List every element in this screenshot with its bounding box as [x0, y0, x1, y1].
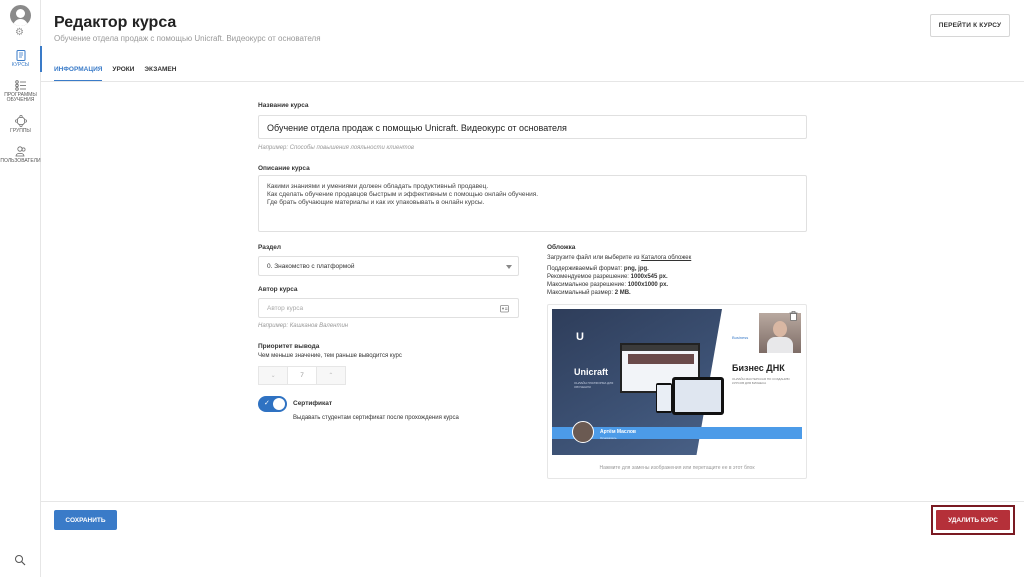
- app-root: ⚙ КУРСЫ ПРОГРАММЫ ОБУЧЕНИЯ ГРУППЫ ПОЛЬЗО…: [0, 0, 1024, 577]
- cover-max-resolution: Максимальное разрешение: 1000x1000 px.: [547, 282, 668, 288]
- cover-biz-title: Бизнес ДНК: [732, 363, 785, 373]
- cover-max-res-value: 1000x1000 px.: [627, 282, 669, 288]
- sidebar-item-label: ПОЛЬЗОВАТЕЛИ: [0, 158, 41, 164]
- avatar[interactable]: [10, 5, 31, 26]
- cover-monitor-bar: [622, 345, 698, 351]
- save-button[interactable]: СОХРАНИТЬ: [54, 510, 117, 530]
- cover-formats-value: png, jpg.: [623, 266, 649, 272]
- programs-icon: [14, 80, 26, 91]
- priority-increment-button[interactable]: ⌃: [316, 367, 345, 384]
- desc-line: Какими знаниями и умениями должен облада…: [267, 183, 489, 190]
- contact-card-icon[interactable]: [500, 304, 509, 313]
- sidebar: ⚙ КУРСЫ ПРОГРАММЫ ОБУЧЕНИЯ ГРУППЫ ПОЛЬЗО…: [0, 0, 42, 577]
- certificate-label: Сертификат: [293, 400, 333, 407]
- cover-brand: Unicraft: [574, 367, 609, 377]
- priority-hint: Чем меньше значение, тем раньше выводитс…: [258, 353, 402, 359]
- desc-line: Как сделать обучение продавцов быстрым и…: [267, 191, 539, 198]
- chevron-down-icon: [506, 265, 512, 269]
- toggle-knob: [273, 398, 285, 410]
- cover-webcam-face: [773, 321, 787, 337]
- check-icon: ✓: [264, 400, 270, 407]
- trash-icon[interactable]: [789, 311, 798, 321]
- sidebar-item-label: КУРСЫ: [11, 62, 30, 68]
- users-icon: [15, 146, 25, 157]
- author-hint: Например: Кашканов Валентин: [258, 323, 349, 329]
- section-select-value: 0. Знакомство с платформой: [267, 263, 355, 270]
- cover-formats-label: Поддерживаемый формат:: [547, 266, 623, 272]
- cover-max-size-label: Максимальный размер:: [547, 290, 614, 296]
- footer-divider: [41, 501, 1024, 502]
- cover-tablet-screen: [675, 380, 721, 412]
- priority-label: Приоритет вывода: [258, 343, 320, 350]
- course-name-input[interactable]: Обучение отдела продаж с помощью Unicraf…: [258, 115, 807, 139]
- course-desc-textarea[interactable]: Какими знаниями и умениями должен облада…: [258, 175, 807, 232]
- cover-logo: U: [576, 331, 584, 343]
- gear-icon[interactable]: ⚙: [15, 28, 24, 38]
- priority-value[interactable]: 7: [287, 367, 317, 384]
- cover-phone-screen: [657, 385, 671, 411]
- certificate-toggle[interactable]: ✓: [258, 396, 287, 412]
- sidebar-item-label: ГРУППЫ: [10, 128, 31, 134]
- cover-max-res-label: Максимальное разрешение:: [547, 282, 627, 288]
- tab-lessons[interactable]: УРОКИ: [112, 62, 134, 82]
- sidebar-item-programs[interactable]: ПРОГРАММЫ ОБУЧЕНИЯ: [0, 80, 41, 103]
- sidebar-item-label: ПРОГРАММЫ ОБУЧЕНИЯ: [4, 92, 37, 103]
- cover-rec-value: 1000x545 px.: [630, 274, 668, 280]
- author-placeholder: Автор курса: [267, 305, 304, 312]
- cover-caption: Нажмите для замены изображения или перет…: [599, 465, 755, 471]
- cover-max-size-value: 2 MB.: [614, 290, 631, 296]
- cover-rec-label: Рекомендуемое разрешение:: [547, 274, 629, 280]
- cover-tablet: [672, 377, 724, 415]
- delete-course-button[interactable]: УДАЛИТЬ КУРС: [936, 510, 1010, 530]
- certificate-desc: Выдавать студентам сертификат после прох…: [293, 415, 459, 421]
- sidebar-item-users[interactable]: ПОЛЬЗОВАТЕЛИ: [0, 146, 41, 164]
- cover-upload-prompt: Загрузите файл или выберите из: [547, 255, 640, 261]
- cover-label: Обложка: [547, 244, 576, 251]
- author-input[interactable]: Автор курса: [258, 298, 519, 318]
- priority-stepper: ⌄ 7 ⌃: [258, 366, 346, 385]
- cover-upload-text: Загрузите файл или выберите из Каталога …: [547, 255, 691, 261]
- avatar-head: [16, 9, 25, 18]
- cover-dropzone[interactable]: U Unicraft ОНЛАЙН ПЛАТФОРМА ДЛЯ ОБУЧЕНИЯ…: [547, 304, 807, 479]
- tab-exam[interactable]: ЭКЗАМЕН: [144, 62, 176, 82]
- page-title: Редактор курса: [54, 14, 177, 31]
- cover-phone: [656, 383, 672, 413]
- cover-formats: Поддерживаемый формат: png, jpg.: [547, 266, 649, 272]
- cover-person-role: Основатель: [600, 436, 617, 440]
- groups-icon: [14, 115, 27, 127]
- search-icon[interactable]: [14, 554, 26, 566]
- course-name-hint: Например: Способы повышения лояльности к…: [258, 145, 415, 151]
- cover-recommended: Рекомендуемое разрешение: 1000x545 px.: [547, 274, 668, 280]
- priority-decrement-button[interactable]: ⌄: [259, 367, 288, 384]
- cover-max-size: Максимальный размер: 2 MB.: [547, 290, 631, 296]
- cover-webcam-shirt: [767, 337, 793, 353]
- cover-image[interactable]: U Unicraft ОНЛАЙН ПЛАТФОРМА ДЛЯ ОБУЧЕНИЯ…: [552, 309, 802, 455]
- goto-course-button[interactable]: ПЕРЕЙТИ К КУРСУ: [930, 14, 1010, 37]
- tab-info[interactable]: ИНФОРМАЦИЯ: [54, 62, 103, 82]
- tabs: ИНФОРМАЦИЯ УРОКИ ЭКЗАМЕН: [54, 62, 176, 82]
- tabs-divider: [41, 81, 1024, 82]
- cover-person-name: Артём Маслов: [600, 429, 636, 435]
- author-label: Автор курса: [258, 286, 298, 293]
- avatar-body: [13, 19, 28, 26]
- cover-person-photo: [572, 421, 594, 443]
- cover-catalog-link[interactable]: Каталога обложек: [641, 255, 691, 261]
- section-select[interactable]: 0. Знакомство с платформой: [258, 256, 519, 276]
- cover-monitor-hero: [628, 354, 694, 364]
- cover-mini-logo: Business: [732, 335, 749, 340]
- sidebar-item-groups[interactable]: ГРУППЫ: [0, 115, 41, 134]
- page-subtitle: Обучение отдела продаж с помощью Unicraf…: [54, 34, 321, 43]
- section-label: Раздел: [258, 244, 282, 251]
- cover-brand-sub: ОНЛАЙН ПЛАТФОРМА ДЛЯ ОБУЧЕНИЯ: [574, 381, 614, 389]
- cover-biz-sub: ОНЛАЙН МАСТЕРСКАЯ ПО СОЗДАНИЮ КУРСОВ ДЛЯ…: [732, 377, 790, 385]
- courses-icon: [16, 50, 25, 61]
- desc-line: Где брать обучающие материалы и как их у…: [267, 199, 485, 206]
- delete-course-highlight: УДАЛИТЬ КУРС: [931, 505, 1015, 535]
- course-name-label: Название курса: [258, 102, 309, 109]
- course-desc-label: Описание курса: [258, 165, 310, 172]
- sidebar-item-courses[interactable]: КУРСЫ: [0, 46, 42, 72]
